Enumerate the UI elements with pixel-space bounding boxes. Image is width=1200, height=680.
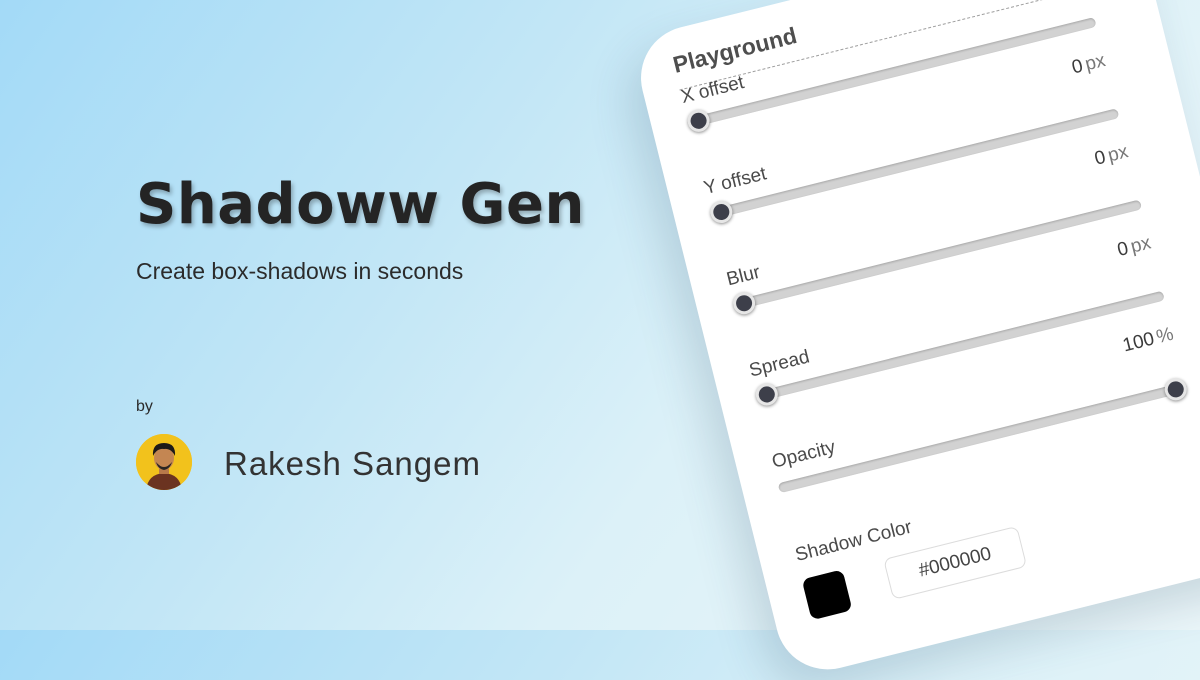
author-avatar xyxy=(136,434,192,490)
opacity-value-number: 100 xyxy=(1120,328,1157,357)
opacity-value: 100% xyxy=(1121,324,1176,358)
slider-controls: 0pxX offset0pxY offset0pxBlur0pxSpread10… xyxy=(630,0,1190,494)
y-offset-value-number: 0 xyxy=(1069,55,1086,79)
hero-section: Shadoww Gen Create box-shadows in second… xyxy=(136,0,656,630)
opacity-slider-track[interactable] xyxy=(777,381,1188,494)
playground-card: Playground 0pxX offset0pxY offset0pxBlur… xyxy=(630,0,1200,680)
opacity-slider-thumb[interactable] xyxy=(1162,376,1190,403)
by-label: by xyxy=(136,398,153,415)
shadow-color-swatch[interactable] xyxy=(801,569,853,621)
opacity-value-unit: % xyxy=(1154,323,1176,349)
x-offset-slider-thumb[interactable] xyxy=(685,107,712,135)
blur-label: Blur xyxy=(724,261,763,291)
opacity-label: Opacity xyxy=(769,436,838,473)
app-title: Shadoww Gen xyxy=(136,172,585,237)
x-offset-label: X offset xyxy=(678,72,747,108)
y-offset-value-unit: px xyxy=(1082,50,1108,76)
y-offset-label: Y offset xyxy=(701,163,769,200)
spread-label: Spread xyxy=(747,346,812,382)
author-name: Rakesh Sangem xyxy=(224,445,481,482)
blur-slider-thumb[interactable] xyxy=(730,289,758,317)
y-offset-slider-thumb[interactable] xyxy=(707,198,735,226)
spread-value: 0px xyxy=(1115,232,1153,261)
blur-value-unit: px xyxy=(1105,141,1131,167)
spread-slider-thumb[interactable] xyxy=(753,381,781,408)
spread-value-unit: px xyxy=(1128,232,1154,258)
spread-value-number: 0 xyxy=(1115,237,1131,261)
y-offset-value: 0px xyxy=(1070,50,1108,79)
blur-value: 0px xyxy=(1093,141,1131,170)
app-subtitle: Create box-shadows in seconds xyxy=(136,258,464,284)
blur-value-number: 0 xyxy=(1092,146,1108,170)
